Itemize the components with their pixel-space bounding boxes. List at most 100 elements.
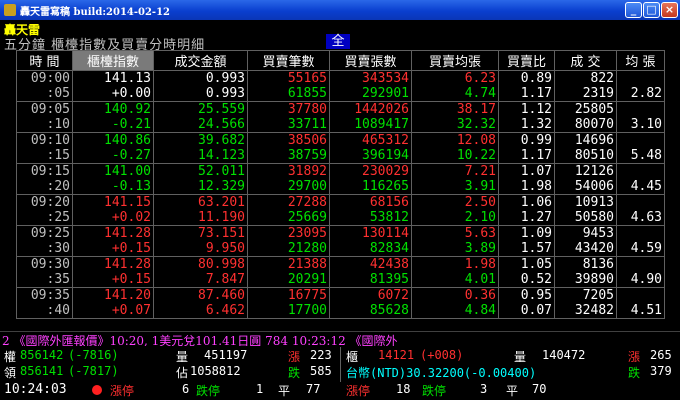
cell-deal: 2319 [554, 86, 617, 102]
cell-deal: 25805 [554, 101, 617, 117]
cell-vol: 85628 [329, 303, 412, 319]
lead-change: (-7817) [68, 364, 119, 378]
cell-avg: 3.91 [411, 179, 499, 195]
cell-idx: +0.15 [72, 272, 154, 288]
minimize-button[interactable]: _ [625, 2, 642, 18]
cell-avgz [616, 194, 665, 210]
cell-cnt: 55165 [247, 70, 330, 86]
cell-ratio: 0.52 [498, 272, 555, 288]
table-row: 09:15 141.00 52.011 31892 230029 7.21 1.07 1212… [16, 163, 665, 179]
bottom-panel: 權 856142 (-7816) 量 451197 漲 223 領 856141… [0, 347, 680, 400]
cell-avgz: 4.59 [616, 241, 665, 257]
data-table: 時 間櫃檯指數 成交金額 買賣筆數 買賣張數 買賣均張 買賣比成 交均 張 09:00 14… [16, 50, 665, 319]
cell-avg: 7.21 [411, 163, 499, 179]
cell-cnt: 21280 [247, 241, 330, 257]
otc-down-label: 跌 [628, 366, 641, 380]
cell-deal: 80070 [554, 117, 617, 133]
lead-down-label: 跌 [288, 366, 301, 380]
table-row: 09:20 141.15 63.201 27288 68156 2.50 1.06 10913 [16, 194, 665, 210]
column-header: 櫃檯指數 [72, 50, 154, 71]
otc-limit-up-label: 漲停 [346, 384, 371, 398]
close-button[interactable]: × [661, 2, 678, 18]
column-header: 買賣均張 [411, 50, 499, 71]
otc-limit-down-label: 跌停 [422, 384, 447, 398]
table-row: 09:35 141.20 87.460 16775 6072 0.36 0.95 7205 [16, 287, 665, 303]
otc-vol: 140472 [542, 348, 586, 362]
cell-amt: 12.329 [153, 179, 248, 195]
cell-amt: 0.993 [153, 86, 248, 102]
cell-ratio: 1.17 [498, 148, 555, 164]
cell-avg: 0.36 [411, 287, 499, 303]
column-header: 均 張 [616, 50, 665, 71]
cell-amt: 52.011 [153, 163, 248, 179]
cell-time: 09:10 [16, 132, 73, 148]
flat-count: 77 [306, 382, 321, 396]
otc-flat-count: 70 [532, 382, 547, 396]
cell-vol: 53812 [329, 210, 412, 226]
lead-vol-label: 佔 [176, 366, 189, 380]
cell-idx: -0.21 [72, 117, 154, 133]
tse-vol: 451197 [204, 348, 248, 362]
cell-deal: 822 [554, 70, 617, 86]
cell-idx: 141.28 [72, 256, 154, 272]
column-header: 時 間 [16, 50, 73, 71]
cell-avgz: 3.10 [616, 117, 665, 133]
cell-deal: 39890 [554, 272, 617, 288]
cell-cnt: 27288 [247, 194, 330, 210]
cell-time: :30 [16, 241, 73, 257]
cell-cnt: 38759 [247, 148, 330, 164]
limit-up-label: 漲停 [110, 384, 135, 398]
cell-time: 09:15 [16, 163, 73, 179]
cell-ratio: 1.32 [498, 117, 555, 133]
window-titlebar: 轟天雷寫稿 build:2014-02-12 _ □ × [0, 0, 680, 20]
lead-label: 領 [4, 366, 17, 380]
table-row: :20 -0.13 12.329 29700 116265 3.91 1.98 54006 4.… [16, 179, 665, 195]
cell-cnt: 20291 [247, 272, 330, 288]
cell-avgz: 4.63 [616, 210, 665, 226]
cell-amt: 63.201 [153, 194, 248, 210]
ticker-text: 2 《國際外匯報價》10:20, 1美元兌101.41日圓 784 10:23:… [2, 334, 398, 346]
cell-avg: 2.10 [411, 210, 499, 226]
cell-deal: 10913 [554, 194, 617, 210]
all-button[interactable]: 全 [326, 34, 350, 49]
cell-cnt: 29700 [247, 179, 330, 195]
cell-idx: +0.00 [72, 86, 154, 102]
cell-avgz [616, 132, 665, 148]
cell-time: :05 [16, 86, 73, 102]
cell-ratio: 1.17 [498, 86, 555, 102]
cell-avg: 5.63 [411, 225, 499, 241]
cell-ratio: 0.99 [498, 132, 555, 148]
cell-avg: 1.98 [411, 256, 499, 272]
cell-deal: 12126 [554, 163, 617, 179]
table-row: :40 +0.07 6.462 17700 85628 4.84 0.07 32482 4.51 [16, 303, 665, 319]
cell-amt: 39.682 [153, 132, 248, 148]
cell-avgz [616, 70, 665, 86]
cell-avgz [616, 256, 665, 272]
app-icon [4, 4, 16, 16]
cell-idx: +0.07 [72, 303, 154, 319]
cell-time: 09:25 [16, 225, 73, 241]
cell-amt: 14.123 [153, 148, 248, 164]
cell-avg: 4.74 [411, 86, 499, 102]
cell-cnt: 33711 [247, 117, 330, 133]
cell-idx: 140.92 [72, 101, 154, 117]
cell-amt: 7.847 [153, 272, 248, 288]
table-row: :35 +0.15 7.847 20291 81395 4.01 0.52 39890 4.90 [16, 272, 665, 288]
cell-idx: 141.15 [72, 194, 154, 210]
cell-ratio: 1.09 [498, 225, 555, 241]
column-header: 買賣比 [498, 50, 555, 71]
cell-vol: 42438 [329, 256, 412, 272]
cell-avg: 10.22 [411, 148, 499, 164]
cell-vol: 82834 [329, 241, 412, 257]
otc-change: (+008) [420, 348, 464, 362]
cell-time: 09:20 [16, 194, 73, 210]
cell-ratio: 1.12 [498, 101, 555, 117]
cell-vol: 81395 [329, 272, 412, 288]
column-header: 成 交 [554, 50, 617, 71]
cell-amt: 87.460 [153, 287, 248, 303]
otc-up: 265 [650, 348, 672, 362]
cell-deal: 9453 [554, 225, 617, 241]
cell-idx: 141.28 [72, 225, 154, 241]
maximize-button[interactable]: □ [643, 2, 660, 18]
limit-down-label: 跌停 [196, 384, 221, 398]
